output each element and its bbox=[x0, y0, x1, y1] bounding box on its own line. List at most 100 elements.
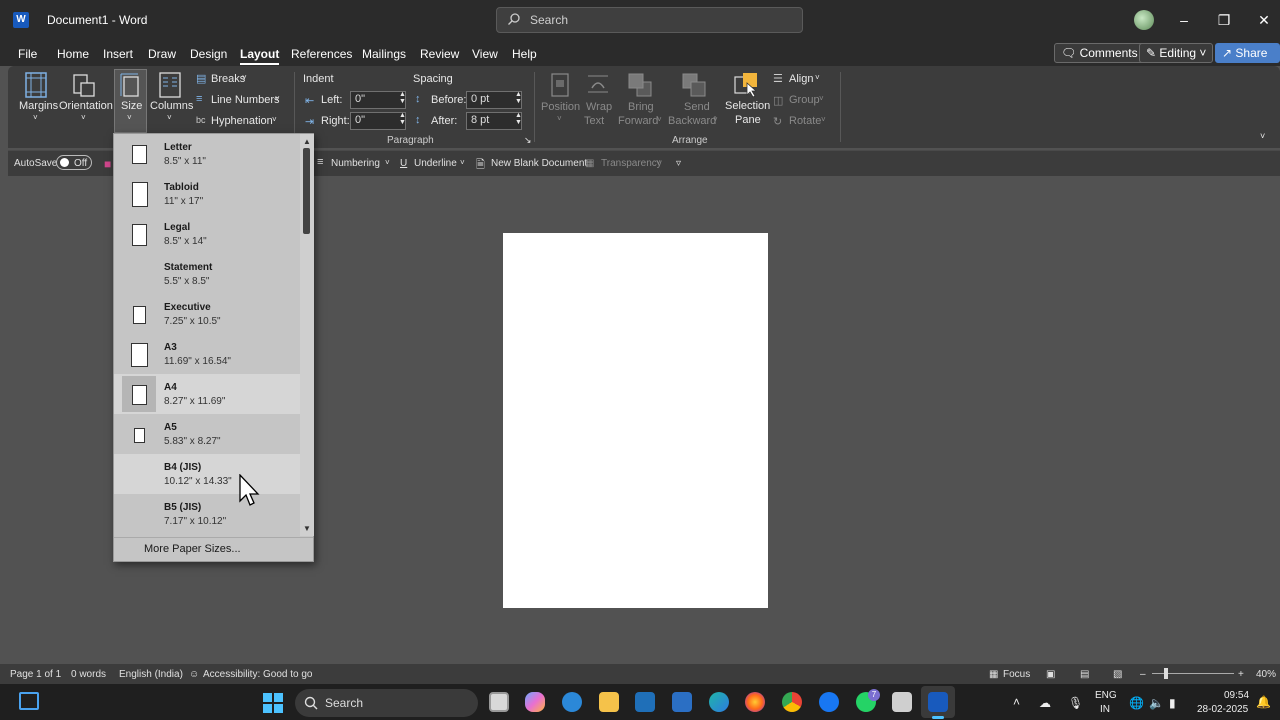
microphone-icon[interactable]: 🎙 bbox=[1068, 696, 1083, 710]
close-icon[interactable]: ✕ bbox=[1254, 10, 1274, 30]
margins-button[interactable]: Margins bbox=[19, 100, 58, 112]
indent-right-input[interactable]: 0" bbox=[350, 112, 406, 130]
collapse-ribbon-icon[interactable]: ˅ bbox=[1260, 131, 1265, 141]
tab-review[interactable]: Review bbox=[420, 47, 459, 61]
tab-design[interactable]: Design bbox=[190, 47, 227, 61]
bring-forward-button[interactable]: Bring bbox=[628, 101, 654, 113]
spinner-icon[interactable]: ▲ ▼ bbox=[399, 112, 406, 126]
task-view-icon[interactable] bbox=[489, 692, 509, 712]
size-option-legal[interactable]: Legal 8.5" x 14" bbox=[114, 214, 300, 254]
selection-pane-button[interactable]: Selection bbox=[725, 100, 770, 112]
more-paper-sizes-button[interactable]: More Paper Sizes... bbox=[114, 537, 313, 561]
snipping-tool-icon[interactable] bbox=[892, 692, 912, 712]
cloud-icon[interactable]: ☁ bbox=[1039, 696, 1051, 710]
copilot-icon[interactable] bbox=[525, 692, 545, 712]
tab-help[interactable]: Help bbox=[512, 47, 537, 61]
spacing-after-input[interactable]: 8 pt bbox=[466, 112, 522, 130]
orientation-button[interactable]: Orientation bbox=[59, 100, 113, 112]
indent-left-input[interactable]: 0" bbox=[350, 91, 406, 109]
page-count[interactable]: Page 1 of 1 bbox=[10, 669, 61, 680]
tab-mailings[interactable]: Mailings bbox=[362, 47, 406, 61]
size-option-b4-jis[interactable]: B4 (JIS) 10.12" x 14.33" bbox=[114, 454, 300, 494]
print-layout-icon[interactable]: ▤ bbox=[1080, 669, 1089, 680]
restore-icon[interactable]: ❐ bbox=[1214, 10, 1234, 30]
tab-insert[interactable]: Insert bbox=[103, 47, 133, 61]
widgets-icon[interactable] bbox=[19, 692, 39, 710]
document-page[interactable] bbox=[503, 233, 768, 608]
size-option-letter[interactable]: Letter 8.5" x 11" bbox=[114, 134, 300, 174]
focus-button[interactable]: Focus bbox=[1003, 669, 1030, 680]
tab-file[interactable]: File bbox=[18, 47, 37, 61]
taskbar-search[interactable]: Search bbox=[295, 689, 478, 717]
clock-date[interactable]: 28-02-2025 bbox=[1197, 704, 1248, 715]
save-icon[interactable]: ■ bbox=[104, 157, 111, 171]
spinner-icon[interactable]: ▲ ▼ bbox=[515, 91, 522, 105]
profile-avatar[interactable] bbox=[1134, 10, 1154, 30]
firefox-icon[interactable] bbox=[745, 692, 765, 712]
tab-layout[interactable]: Layout bbox=[240, 47, 280, 65]
edge-icon[interactable] bbox=[709, 692, 729, 712]
search-input[interactable]: Search bbox=[496, 7, 803, 33]
scroll-down-icon[interactable]: ▼ bbox=[300, 523, 314, 535]
line-numbers-button[interactable]: Line Numbers bbox=[211, 94, 279, 106]
language-status[interactable]: English (India) bbox=[119, 669, 183, 680]
customize-qat-icon[interactable]: ▿ bbox=[676, 158, 681, 169]
share-button[interactable]: ↗ Share ˅ bbox=[1215, 43, 1280, 78]
size-option-a4[interactable]: A4 8.27" x 11.69" bbox=[114, 374, 300, 414]
zoom-slider-thumb[interactable] bbox=[1164, 668, 1168, 679]
tab-references[interactable]: References bbox=[291, 47, 352, 61]
size-option-a5[interactable]: A5 5.83" x 8.27" bbox=[114, 414, 300, 454]
scroll-up-icon[interactable]: ▲ bbox=[300, 136, 314, 148]
size-option-tabloid[interactable]: Tabloid 11" x 17" bbox=[114, 174, 300, 214]
notifications-icon[interactable]: 🔔 bbox=[1256, 695, 1271, 709]
word-count[interactable]: 0 words bbox=[71, 669, 106, 680]
read-mode-icon[interactable]: ▣ bbox=[1046, 669, 1055, 680]
align-button[interactable]: Align bbox=[789, 73, 813, 85]
columns-button[interactable]: Columns bbox=[150, 100, 193, 112]
accessibility-status[interactable]: Accessibility: Good to go bbox=[203, 669, 313, 680]
comments-button[interactable]: 🗨 Comments bbox=[1054, 43, 1145, 63]
file-explorer-icon[interactable] bbox=[599, 692, 619, 712]
app-icon[interactable] bbox=[635, 692, 655, 712]
zoom-level[interactable]: 40% bbox=[1256, 669, 1276, 680]
wrap-text-button[interactable]: Wrap bbox=[586, 101, 612, 113]
windows-start-icon[interactable] bbox=[263, 693, 283, 713]
clock-time[interactable]: 09:54 bbox=[1224, 690, 1249, 701]
spinner-icon[interactable]: ▲ ▼ bbox=[399, 91, 406, 105]
size-option-b5-jis[interactable]: B5 (JIS) 7.17" x 10.12" bbox=[114, 494, 300, 534]
microsoft-store-icon[interactable] bbox=[672, 692, 692, 712]
scrollbar-thumb[interactable] bbox=[303, 148, 310, 234]
send-backward-button[interactable]: Send bbox=[684, 101, 710, 113]
size-option-statement[interactable]: Statement 5.5" x 8.5" bbox=[114, 254, 300, 294]
size-option-a3[interactable]: A3 11.69" x 16.54" bbox=[114, 334, 300, 374]
chrome-icon[interactable] bbox=[782, 692, 802, 712]
help-app-icon[interactable] bbox=[562, 692, 582, 712]
dialog-launcher-icon[interactable]: ↘ bbox=[524, 135, 532, 146]
minimize-icon[interactable]: – bbox=[1174, 10, 1194, 30]
web-layout-icon[interactable]: ▧ bbox=[1113, 669, 1122, 680]
new-blank-document-button[interactable]: New Blank Document bbox=[491, 158, 587, 169]
volume-icon[interactable]: 🔈 bbox=[1149, 696, 1164, 710]
tab-view[interactable]: View bbox=[472, 47, 498, 61]
spinner-icon[interactable]: ▲ ▼ bbox=[515, 112, 522, 126]
tab-home[interactable]: Home bbox=[57, 47, 89, 61]
tab-draw[interactable]: Draw bbox=[148, 47, 176, 61]
rotate-button[interactable]: Rotate bbox=[789, 115, 821, 127]
spacing-before-input[interactable]: 0 pt bbox=[466, 91, 522, 109]
breaks-button[interactable]: Breaks bbox=[211, 73, 245, 85]
position-button[interactable]: Position bbox=[541, 101, 580, 113]
zoom-in-icon[interactable]: + bbox=[1238, 669, 1244, 680]
network-icon[interactable]: 🌐 bbox=[1129, 696, 1144, 710]
editing-button[interactable]: ✎ Editing ˅ bbox=[1139, 43, 1214, 63]
facebook-icon[interactable] bbox=[819, 692, 839, 712]
language-indicator[interactable]: ENG bbox=[1095, 690, 1117, 701]
hyphenation-button[interactable]: Hyphenation bbox=[211, 115, 273, 127]
numbering-button[interactable]: Numbering bbox=[331, 158, 380, 169]
size-option-executive[interactable]: Executive 7.25" x 10.5" bbox=[114, 294, 300, 334]
underline-button[interactable]: Underline bbox=[414, 158, 457, 169]
chevron-up-icon[interactable]: ˄ bbox=[1013, 695, 1020, 709]
transparency-button[interactable]: Transparency bbox=[601, 158, 662, 169]
group-button[interactable]: Group bbox=[789, 94, 820, 106]
battery-icon[interactable]: ▮ bbox=[1169, 696, 1176, 710]
zoom-out-icon[interactable]: – bbox=[1140, 669, 1146, 680]
